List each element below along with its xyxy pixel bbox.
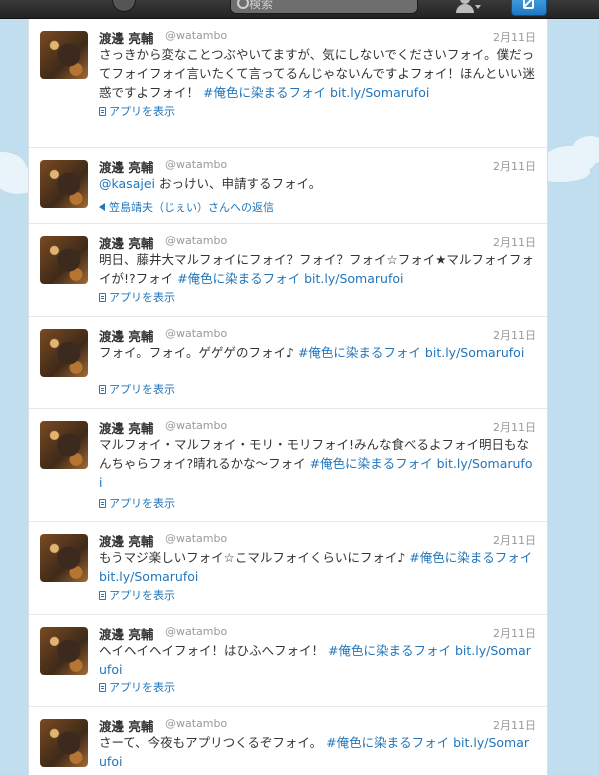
view-app-link[interactable]: アプリを表示 bbox=[99, 381, 175, 397]
avatar[interactable] bbox=[40, 160, 88, 208]
timeline: 渡邊 亮輔 @watambo 2月11日 さっきから変なことつぶやいてますが、気にしな… bbox=[28, 19, 548, 775]
view-app-link[interactable]: アプリを表示 bbox=[99, 289, 175, 305]
compose-tweet-button[interactable] bbox=[511, 0, 547, 16]
user-handle[interactable]: @watambo bbox=[165, 327, 227, 340]
meta-label: アプリを表示 bbox=[109, 105, 175, 118]
search-placeholder: 検索 bbox=[249, 0, 274, 11]
hashtag-link[interactable]: #俺色に染まるフォイ bbox=[326, 735, 449, 750]
tweet-date[interactable]: 2月11日 bbox=[493, 625, 536, 641]
chevron-down-icon bbox=[475, 5, 481, 9]
app-icon bbox=[99, 385, 106, 394]
hashtag-link[interactable]: #俺色に染まるフォイ bbox=[177, 271, 300, 286]
tweet[interactable]: 渡邊 亮輔 @watambo 2月11日 @kasajei おっけい、申請するフォイ。… bbox=[29, 148, 547, 224]
tweet-text: フォイ。フォイ。ゲゲゲのフォイ♪ #俺色に染まるフォイ bit.ly/Somar… bbox=[99, 343, 535, 362]
tweet-date[interactable]: 2月11日 bbox=[493, 158, 536, 174]
tweet[interactable]: 渡邊 亮輔 @watambo 2月11日 明日、藤井大マルフォイにフォイ？フォイ？フォ… bbox=[29, 224, 547, 317]
tweet-date[interactable]: 2月11日 bbox=[493, 327, 536, 343]
tweet-text: 明日、藤井大マルフォイにフォイ？フォイ？フォイ☆フォイ★マルフォイフォイが!?フ… bbox=[99, 250, 535, 288]
avatar[interactable] bbox=[40, 236, 88, 284]
avatar[interactable] bbox=[40, 719, 88, 767]
tweet-date[interactable]: 2月11日 bbox=[493, 234, 536, 250]
tweet-date[interactable]: 2月11日 bbox=[493, 532, 536, 548]
meta-label: アプリを表示 bbox=[109, 383, 175, 396]
tweet-text: マルフォイ・マルフォイ・モリ・モリフォイ!みんな食べるよフォイ明日もなんちゃらフ… bbox=[99, 435, 535, 492]
meta-label: アプリを表示 bbox=[109, 291, 175, 304]
mention-link[interactable]: @kasajei bbox=[99, 176, 155, 191]
app-icon bbox=[99, 591, 106, 600]
tweet[interactable]: 渡邊 亮輔 @watambo 2月11日 ヘイヘイヘイフォイ！はひふへフォイ！ #俺色… bbox=[29, 615, 547, 707]
search-input[interactable]: 検索 bbox=[230, 0, 418, 14]
user-handle[interactable]: @watambo bbox=[165, 625, 227, 638]
url-link[interactable]: bit.ly/Somarufoi bbox=[425, 345, 524, 360]
url-link[interactable]: bit.ly/Somarufoi bbox=[304, 271, 403, 286]
tweet[interactable]: 渡邊 亮輔 @watambo 2月11日 マルフォイ・マルフォイ・モリ・モリフォイ!み… bbox=[29, 409, 547, 522]
user-handle[interactable]: @watambo bbox=[165, 29, 227, 42]
view-app-link[interactable]: アプリを表示 bbox=[99, 679, 175, 695]
avatar[interactable] bbox=[40, 534, 88, 582]
tweet-text-segment: おっけい、申請するフォイ。 bbox=[155, 176, 322, 191]
home-icon[interactable] bbox=[112, 0, 136, 12]
avatar[interactable] bbox=[40, 627, 88, 675]
top-bar: 検索 bbox=[0, 0, 599, 19]
tweet-text-segment: もうマジ楽しいフォイ☆こマルフォイくらいにフォイ♪ bbox=[99, 550, 410, 565]
tweet[interactable]: 渡邊 亮輔 @watambo 2月11日 フォイ。フォイ。ゲゲゲのフォイ♪ #俺色に染… bbox=[29, 317, 547, 409]
url-link[interactable]: bit.ly/Somarufoi bbox=[330, 85, 429, 100]
tweet-text-segment: ヘイヘイヘイフォイ！はひふへフォイ！ bbox=[99, 643, 328, 658]
avatar[interactable] bbox=[40, 31, 88, 79]
app-icon bbox=[99, 107, 106, 116]
tweet-date[interactable]: 2月11日 bbox=[493, 419, 536, 435]
account-menu-icon[interactable] bbox=[452, 0, 481, 16]
tweet-date[interactable]: 2月11日 bbox=[493, 717, 536, 733]
avatar[interactable] bbox=[40, 329, 88, 377]
tweet-text: ヘイヘイヘイフォイ！はひふへフォイ！ #俺色に染まるフォイ bit.ly/Som… bbox=[99, 641, 535, 679]
user-handle[interactable]: @watambo bbox=[165, 717, 227, 730]
meta-label: アプリを表示 bbox=[109, 497, 175, 510]
view-app-link[interactable]: アプリを表示 bbox=[99, 495, 175, 511]
tweet-text: @kasajei おっけい、申請するフォイ。 bbox=[99, 174, 535, 193]
reply-icon bbox=[99, 203, 105, 211]
tweet-text: もうマジ楽しいフォイ☆こマルフォイくらいにフォイ♪ #俺色に染まるフォイ bit… bbox=[99, 548, 535, 586]
tweet-text-segment: さーて、今夜もアプリつくるぞフォイ。 bbox=[99, 735, 327, 750]
app-icon bbox=[99, 499, 106, 508]
avatar[interactable] bbox=[40, 421, 88, 469]
user-handle[interactable]: @watambo bbox=[165, 158, 227, 171]
tweet[interactable]: 渡邊 亮輔 @watambo 2月11日 さっきから変なことつぶやいてますが、気にしな… bbox=[29, 19, 547, 148]
tweet[interactable]: 渡邊 亮輔 @watambo 2月11日 もうマジ楽しいフォイ☆こマルフォイくらいにフ… bbox=[29, 522, 547, 615]
user-handle[interactable]: @watambo bbox=[165, 419, 227, 432]
app-icon bbox=[99, 683, 106, 692]
hashtag-link[interactable]: #俺色に染まるフォイ bbox=[328, 643, 451, 658]
meta-label: アプリを表示 bbox=[109, 589, 175, 602]
tweet-text: さーて、今夜もアプリつくるぞフォイ。 #俺色に染まるフォイ bit.ly/Som… bbox=[99, 733, 535, 771]
user-handle[interactable]: @watambo bbox=[165, 234, 227, 247]
tweet-date[interactable]: 2月11日 bbox=[493, 29, 536, 45]
hashtag-link[interactable]: #俺色に染まるフォイ bbox=[298, 345, 421, 360]
meta-label: 笠島靖夫（じぇい）さんへの返信 bbox=[109, 201, 274, 214]
view-app-link[interactable]: アプリを表示 bbox=[99, 103, 175, 119]
view-app-link[interactable]: アプリを表示 bbox=[99, 587, 175, 603]
meta-label: アプリを表示 bbox=[109, 681, 175, 694]
search-icon bbox=[237, 0, 249, 9]
tweet-text-segment: フォイ。フォイ。ゲゲゲのフォイ♪ bbox=[99, 345, 298, 360]
hashtag-link[interactable]: #俺色に染まるフォイ bbox=[203, 85, 326, 100]
app-icon bbox=[99, 293, 106, 302]
user-handle[interactable]: @watambo bbox=[165, 532, 227, 545]
hashtag-link[interactable]: #俺色に染まるフォイ bbox=[310, 456, 433, 471]
hashtag-link[interactable]: #俺色に染まるフォイ bbox=[409, 550, 532, 565]
tweet[interactable]: 渡邊 亮輔 @watambo 2月11日 さーて、今夜もアプリつくるぞフォイ。 #俺色… bbox=[29, 707, 547, 775]
url-link[interactable]: bit.ly/Somarufoi bbox=[99, 569, 198, 584]
tweet-text: さっきから変なことつぶやいてますが、気にしないでくださいフォイ。僕だってフォイフ… bbox=[99, 45, 535, 102]
in-reply-to-link[interactable]: 笠島靖夫（じぇい）さんへの返信 bbox=[99, 199, 274, 215]
